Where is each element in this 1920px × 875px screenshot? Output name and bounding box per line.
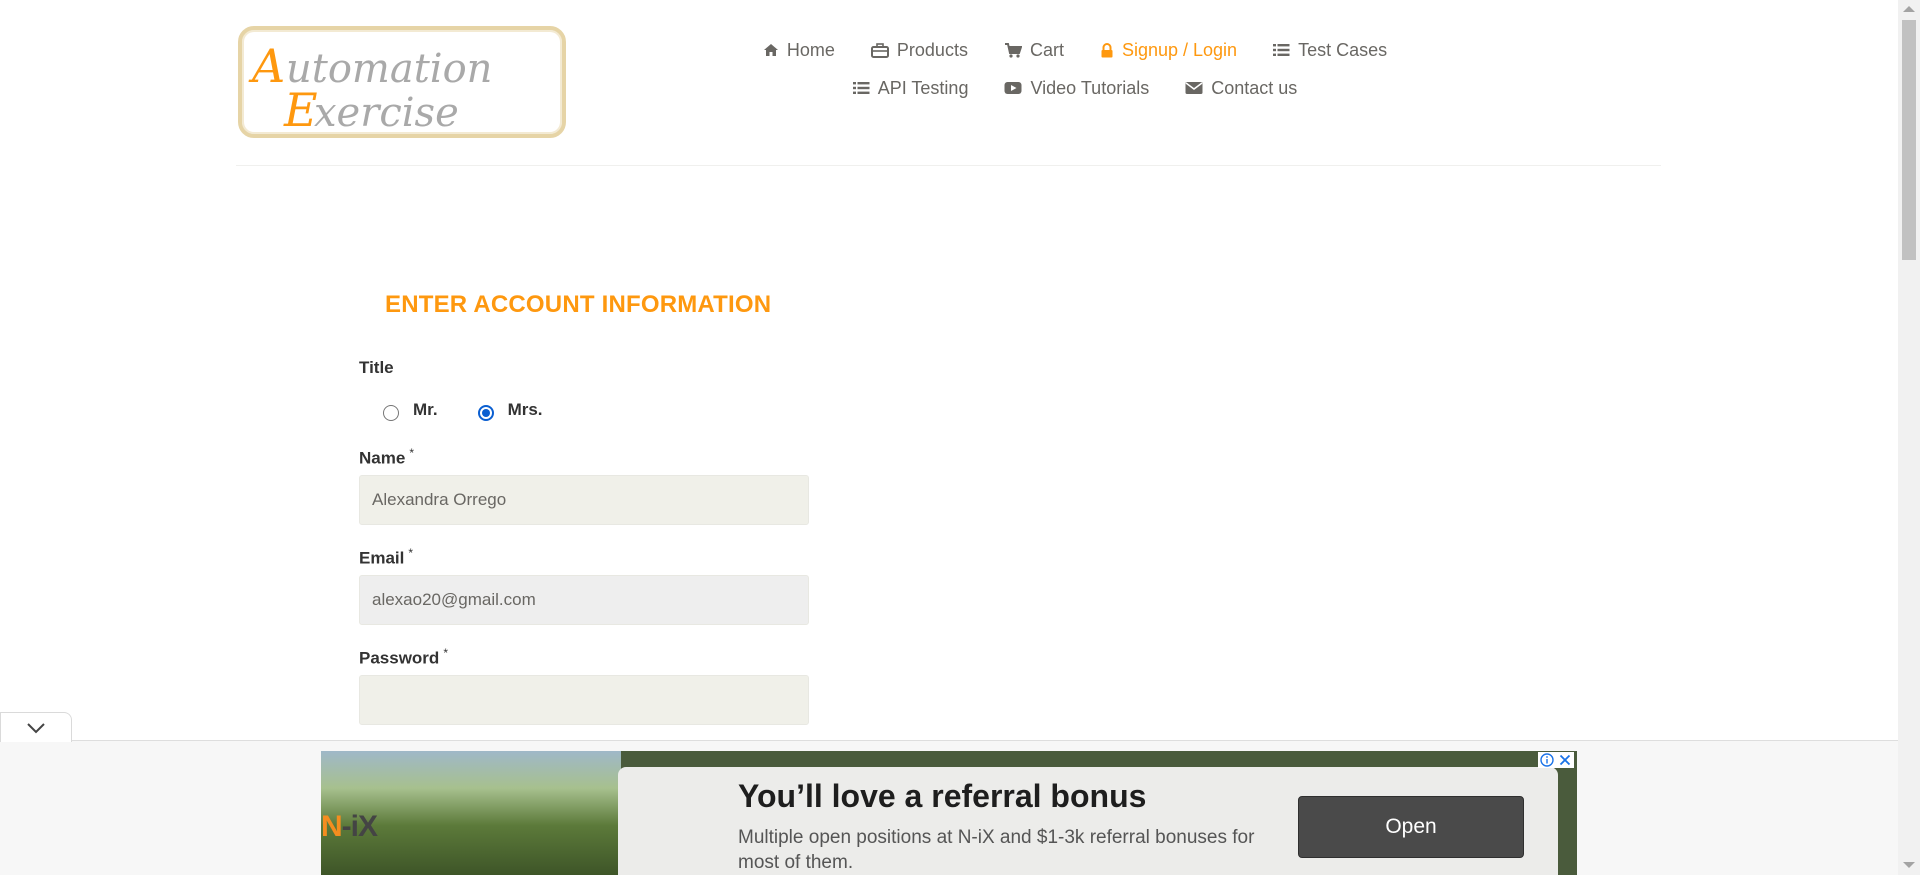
nav-signup-login-label: Signup / Login [1121,39,1238,60]
nav-video-tutorials[interactable]: Video Tutorials [1004,76,1149,100]
scrollbar-thumb[interactable] [1902,20,1916,260]
nav-contact-us-label: Contact us [1211,77,1298,98]
main-nav: Home Products Cart Signup / Login Test C… [700,38,1450,100]
email-field[interactable] [359,575,809,625]
ad-open-button[interactable]: Open [1298,796,1524,858]
envelope-icon [1185,82,1203,94]
radio-mrs-label: Mrs. [507,400,543,419]
lock-icon [1101,42,1113,57]
ad-brand-logo: N-iX [321,810,378,844]
radio-mr-label: Mr. [413,400,438,419]
password-label: Password * [359,646,448,669]
email-required-mark: * [408,546,414,560]
ad-description: Multiple open positions at N-iX and $1-3… [738,827,1255,873]
title-label: Title [359,358,394,378]
ad-choices [1538,752,1574,768]
nav-test-cases-label: Test Cases [1298,39,1388,60]
page-scrollbar[interactable] [1898,0,1920,875]
nav-products[interactable]: Products [870,38,968,62]
email-label-text: Email [359,548,405,568]
radio-mrs[interactable] [477,405,494,421]
info-icon[interactable] [1540,753,1554,767]
svg-text:xercise: xercise [314,90,459,134]
svg-text:A: A [248,39,285,93]
name-label-text: Name [359,448,406,468]
nav-api-testing[interactable]: API Testing [852,76,969,100]
home-icon [763,44,778,56]
ad-collapse-button[interactable] [0,712,72,742]
nav-products-label: Products [896,39,968,60]
title-radio-group: Mr. Mrs. [383,400,583,421]
svg-text:E: E [283,83,318,134]
email-label: Email * [359,546,413,569]
nav-cart-label: Cart [1029,39,1064,60]
nav-contact-us[interactable]: Contact us [1185,76,1297,100]
scroll-down-arrow-icon[interactable] [1903,862,1915,868]
page-title: ENTER ACCOUNT INFORMATION [385,291,772,318]
nav-signup-login[interactable]: Signup / Login [1100,38,1237,62]
nav-test-cases[interactable]: Test Cases [1273,38,1387,62]
logo-wordmark: A utomation E xercise [248,39,492,134]
name-label: Name * [359,446,414,469]
ad-brand-text: N-iX [321,810,378,843]
list-icon [852,82,870,94]
youtube-play-icon [1004,82,1022,94]
password-label-text: Password [359,648,440,668]
scroll-up-arrow-icon[interactable] [1903,6,1915,12]
nav-cart[interactable]: Cart [1004,38,1064,62]
close-icon[interactable] [1558,753,1572,767]
header-divider [236,165,1661,166]
radio-mr[interactable] [383,405,399,421]
password-field[interactable] [359,675,809,725]
briefcase-icon [870,42,889,58]
chevron-down-icon [27,722,45,733]
nav-home[interactable]: Home [763,38,835,62]
site-logo[interactable]: A utomation E xercise [238,26,566,138]
ad-headline: You’ll love a referral bonus [738,778,1147,814]
list-icon [1273,44,1290,56]
title-option-mrs[interactable]: Mrs. [477,400,543,421]
nav-video-tutorials-label: Video Tutorials [1030,77,1150,98]
title-label-text: Title [359,358,394,377]
password-required-mark: * [443,646,448,660]
nav-api-testing-label: API Testing [877,77,969,98]
nav-home-label: Home [786,39,835,60]
name-required-mark: * [409,446,414,460]
cart-icon [1004,42,1022,58]
title-option-mr[interactable]: Mr. [383,400,438,421]
name-field[interactable] [359,475,809,525]
